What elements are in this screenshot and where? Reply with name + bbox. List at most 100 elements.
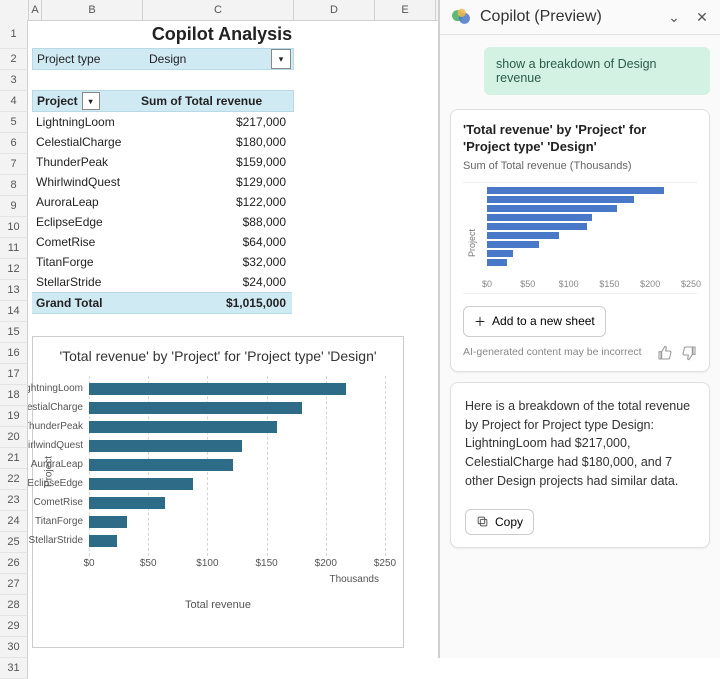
bar xyxy=(89,421,277,433)
row-header[interactable]: 22 xyxy=(0,469,28,490)
bar-label: CelestialCharge xyxy=(28,402,89,413)
row-header[interactable]: 5 xyxy=(0,112,28,133)
row-header[interactable]: 10 xyxy=(0,217,28,238)
row-header[interactable]: 15 xyxy=(0,322,28,343)
bar xyxy=(89,459,233,471)
row-header[interactable]: 29 xyxy=(0,616,28,637)
col-header[interactable]: E xyxy=(375,0,436,20)
col-header[interactable]: D xyxy=(294,0,375,20)
bar-label: EclipseEdge xyxy=(28,478,89,489)
thumbs-up-icon[interactable] xyxy=(657,345,673,361)
mini-bar xyxy=(487,241,539,248)
row-header[interactable]: 17 xyxy=(0,364,28,385)
mini-bar xyxy=(487,259,507,266)
column-headers: A B C D E xyxy=(0,0,438,21)
table-row[interactable]: CometRise$64,000 xyxy=(32,232,292,252)
table-row[interactable]: CelestialCharge$180,000 xyxy=(32,132,292,152)
pivot-col1-label: Project xyxy=(37,94,78,108)
mini-x-tick: $200 xyxy=(640,279,660,289)
pivot-grand-total: Grand Total $1,015,000 xyxy=(32,292,292,314)
row-header[interactable]: 20 xyxy=(0,427,28,448)
row-header[interactable]: 4 xyxy=(0,91,28,112)
row-header[interactable]: 27 xyxy=(0,574,28,595)
col-header[interactable]: B xyxy=(42,0,143,20)
pivot-sort-dropdown-icon[interactable]: ▾ xyxy=(82,92,100,110)
row-header[interactable]: 30 xyxy=(0,637,28,658)
row-header[interactable]: 8 xyxy=(0,175,28,196)
row-header[interactable]: 3 xyxy=(0,70,28,91)
mini-chart: Project $0$50$100$150$200$250 xyxy=(463,182,697,294)
row-header[interactable]: 18 xyxy=(0,385,28,406)
bar xyxy=(89,535,117,547)
row-header[interactable]: 25 xyxy=(0,532,28,553)
table-row[interactable]: LightningLoom$217,000 xyxy=(32,112,292,132)
chart-x-label: Total revenue xyxy=(33,599,403,611)
close-icon[interactable]: ✕ xyxy=(692,7,712,27)
row-header[interactable]: 13 xyxy=(0,280,28,301)
mini-x-tick: $250 xyxy=(681,279,701,289)
mini-bar xyxy=(487,250,513,257)
pivot-col2-label: Sum of Total revenue xyxy=(137,94,293,108)
mini-x-tick: $100 xyxy=(559,279,579,289)
add-to-sheet-button[interactable]: ＋ Add to a new sheet xyxy=(463,306,606,337)
row-header[interactable]: 6 xyxy=(0,133,28,154)
copilot-chart-card: 'Total revenue' by 'Project' for 'Projec… xyxy=(450,109,710,372)
copy-button[interactable]: Copy xyxy=(465,509,534,535)
thumbs-down-icon[interactable] xyxy=(681,345,697,361)
filter-label: Project type xyxy=(33,52,147,66)
bar xyxy=(89,478,193,490)
row-header[interactable]: 7 xyxy=(0,154,28,175)
mini-bar xyxy=(487,205,617,212)
row-header[interactable]: 11 xyxy=(0,238,28,259)
row-header[interactable]: 23 xyxy=(0,490,28,511)
table-row[interactable]: TitanForge$32,000 xyxy=(32,252,292,272)
pivot-header: Project ▾ Sum of Total revenue xyxy=(32,90,294,112)
row-header[interactable]: 21 xyxy=(0,448,28,469)
filter-dropdown-icon[interactable]: ▾ xyxy=(271,49,291,69)
bar-label: WhirlwindQuest xyxy=(28,440,89,451)
bar-label: LightningLoom xyxy=(28,383,89,394)
x-tick: $200 xyxy=(315,558,337,569)
row-header[interactable]: 2 xyxy=(0,49,28,70)
row-header[interactable]: 26 xyxy=(0,553,28,574)
table-row[interactable]: WhirlwindQuest$129,000 xyxy=(32,172,292,192)
bar xyxy=(89,383,346,395)
embedded-chart[interactable]: 'Total revenue' by 'Project' for 'Projec… xyxy=(32,336,404,648)
table-row[interactable]: ThunderPeak$159,000 xyxy=(32,152,292,172)
bar-label: ThunderPeak xyxy=(28,421,89,432)
table-row[interactable]: AuroraLeap$122,000 xyxy=(32,192,292,212)
chevron-down-icon[interactable]: ⌄ xyxy=(664,7,684,27)
row-header[interactable]: 19 xyxy=(0,406,28,427)
table-row[interactable]: EclipseEdge$88,000 xyxy=(32,212,292,232)
row-header[interactable]: 12 xyxy=(0,259,28,280)
chart-x-sublabel: Thousands xyxy=(33,574,379,585)
col-header[interactable]: A xyxy=(29,0,42,20)
ai-disclaimer: AI-generated content may be incorrect xyxy=(463,346,649,360)
bar-label: StellarStride xyxy=(29,535,89,546)
row-header[interactable]: 28 xyxy=(0,595,28,616)
bar xyxy=(89,402,302,414)
copilot-pane: Copilot (Preview) ⌄ ✕ show a breakdown o… xyxy=(439,0,720,658)
row-header[interactable]: 9 xyxy=(0,196,28,217)
table-row[interactable]: StellarStride$24,000 xyxy=(32,272,292,292)
col-header[interactable]: C xyxy=(143,0,294,20)
copilot-header: Copilot (Preview) ⌄ ✕ xyxy=(440,0,720,35)
bar-label: AuroraLeap xyxy=(31,459,89,470)
row-header[interactable]: 14 xyxy=(0,301,28,322)
mini-x-tick: $50 xyxy=(520,279,535,289)
mini-x-tick: $0 xyxy=(482,279,492,289)
row-header[interactable]: 31 xyxy=(0,658,28,679)
grid[interactable]: Copilot Analysis Project type Design ▾ P… xyxy=(28,20,438,658)
copy-icon xyxy=(476,515,489,528)
mini-bar xyxy=(487,196,634,203)
bar xyxy=(89,516,127,528)
row-header[interactable]: 1 xyxy=(0,20,28,49)
row-header[interactable]: 24 xyxy=(0,511,28,532)
bar xyxy=(89,440,242,452)
copilot-summary-card: Here is a breakdown of the total revenue… xyxy=(450,382,710,548)
card-title: 'Total revenue' by 'Project' for 'Projec… xyxy=(463,122,697,156)
row-header[interactable]: 16 xyxy=(0,343,28,364)
x-tick: $150 xyxy=(255,558,277,569)
bar-label: TitanForge xyxy=(35,516,89,527)
row-headers: 1234567891011121314151617181920212223242… xyxy=(0,20,28,679)
